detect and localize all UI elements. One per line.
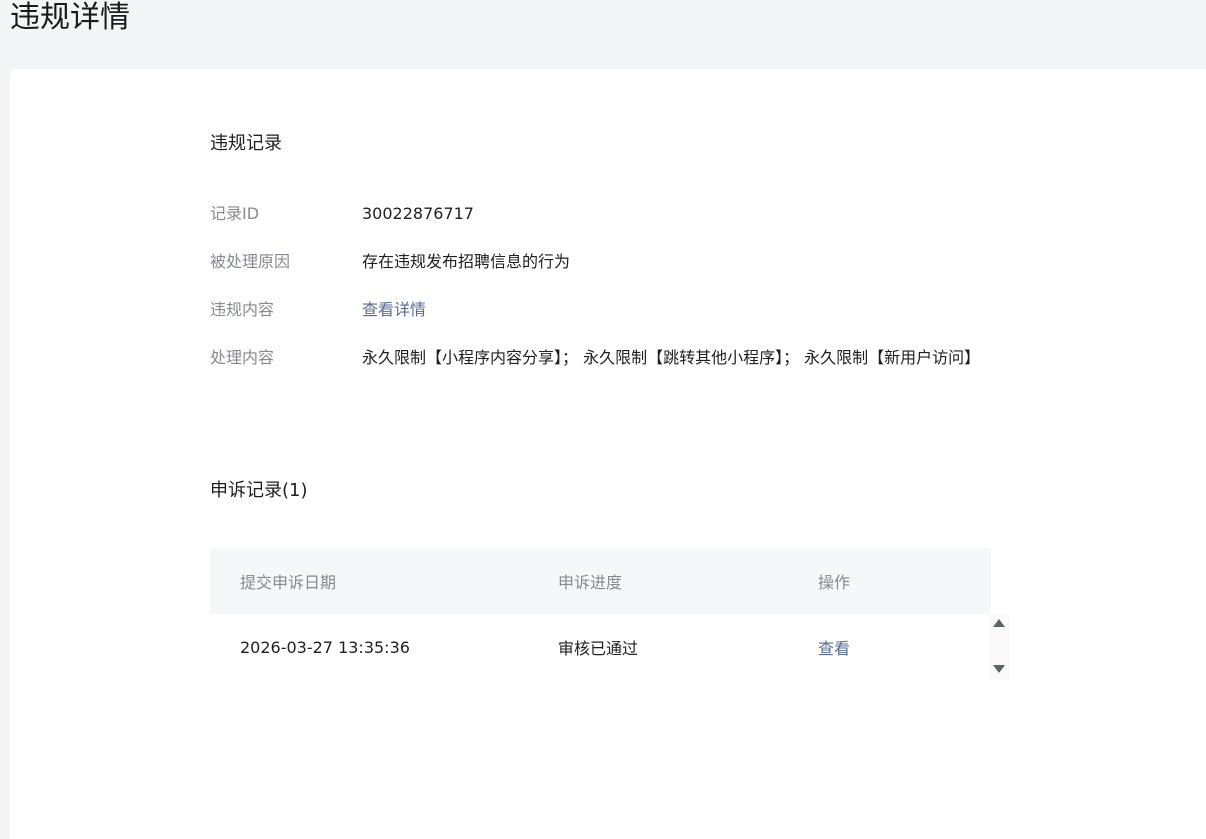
view-appeal-link[interactable]: 查看 — [818, 635, 991, 659]
page-title: 违规详情 — [10, 0, 130, 35]
column-header-action: 操作 — [818, 573, 851, 592]
reason-value: 存在违规发布招聘信息的行为 — [362, 252, 571, 271]
appeal-section-title: 申诉记录(1) — [210, 480, 308, 501]
handling-label: 处理内容 — [210, 348, 275, 367]
detail-card: 违规记录 记录ID 30022876717 被处理原因 存在违规发布招聘信息的行… — [10, 69, 1206, 839]
appeal-date-cell: 2026-03-27 13:35:36 — [240, 637, 410, 657]
view-details-link[interactable]: 查看详情 — [362, 296, 1022, 324]
handling-value: 永久限制【小程序内容分享】； 永久限制【跳转其他小程序】； 永久限制【新用户访问… — [362, 348, 981, 367]
reason-label: 被处理原因 — [210, 252, 291, 271]
record-id-row: 记录ID 30022876717 — [210, 200, 1030, 228]
column-header-date: 提交申诉日期 — [240, 573, 337, 592]
scroll-down-arrow-icon[interactable] — [993, 665, 1005, 673]
violation-content-row: 违规内容 查看详情 — [210, 296, 1030, 324]
violation-content-label: 违规内容 — [210, 300, 275, 319]
column-header-progress: 申诉进度 — [558, 573, 623, 592]
table-scrollbar[interactable] — [989, 614, 1009, 680]
violation-section-title: 违规记录 — [210, 133, 282, 154]
appeal-table: 提交申诉日期 申诉进度 操作 2026-03-27 13:35:36 审核已通过… — [210, 548, 991, 680]
reason-row: 被处理原因 存在违规发布招聘信息的行为 — [210, 248, 1030, 276]
record-id-label: 记录ID — [210, 204, 260, 223]
table-header: 提交申诉日期 申诉进度 操作 — [210, 548, 991, 614]
appeal-progress-cell: 审核已通过 — [558, 639, 639, 658]
scroll-up-arrow-icon[interactable] — [993, 619, 1005, 627]
record-id-value: 30022876717 — [362, 204, 474, 223]
table-row: 2026-03-27 13:35:36 审核已通过 查看 — [210, 614, 991, 680]
handling-row: 处理内容 永久限制【小程序内容分享】； 永久限制【跳转其他小程序】； 永久限制【… — [210, 344, 1030, 372]
